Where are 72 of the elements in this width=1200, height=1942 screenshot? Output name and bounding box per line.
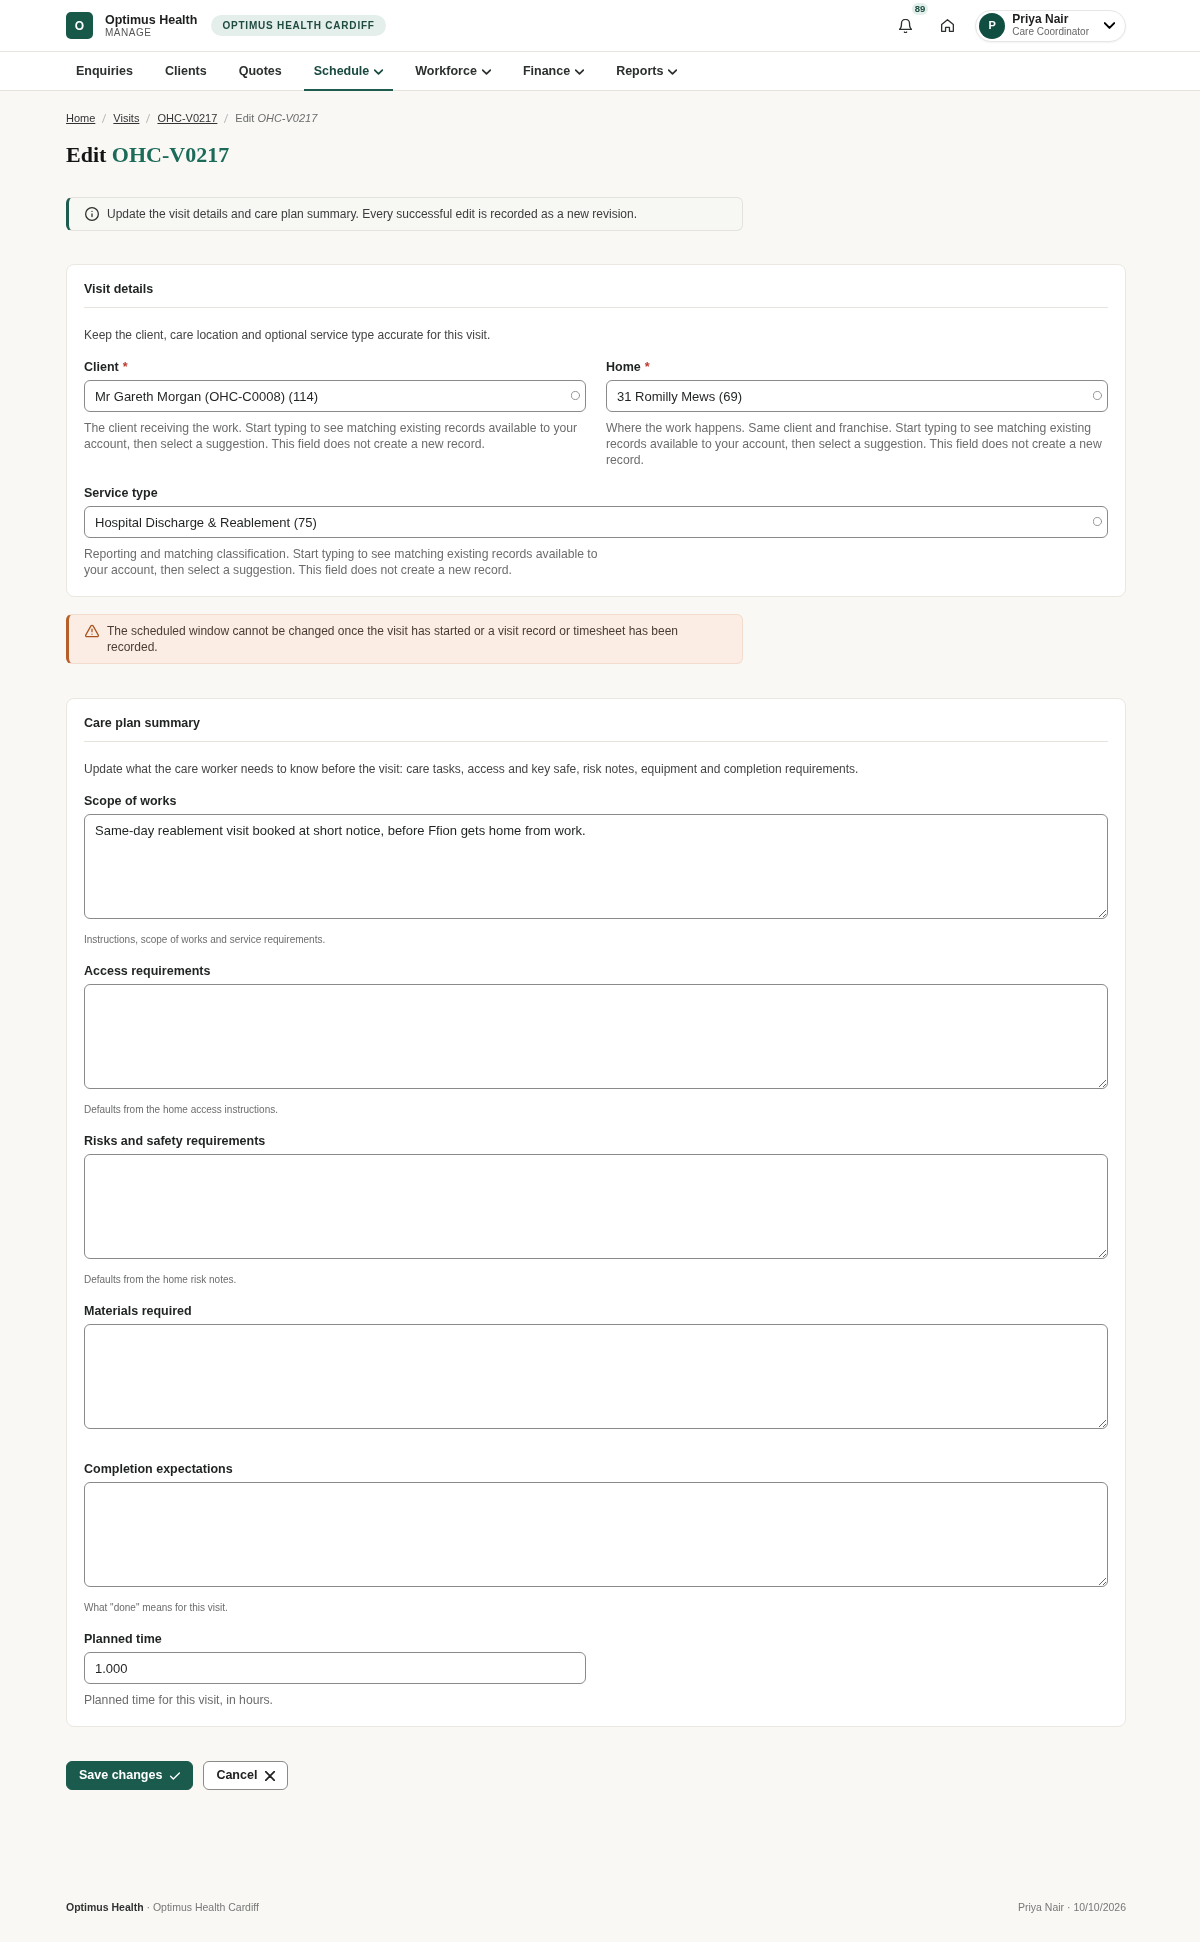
user-menu-button[interactable]: P Priya Nair Care Coordinator	[975, 9, 1126, 42]
check-icon	[170, 1771, 181, 1780]
breadcrumb-current: Edit OHC-V0217	[235, 111, 318, 125]
field-label: Planned time	[84, 1631, 162, 1647]
field-label: Completion expectations	[84, 1461, 233, 1477]
page-title: Edit OHC-V0217	[66, 141, 231, 169]
field-label: Client	[84, 359, 119, 375]
nav-tab[interactable]: Schedule	[303, 52, 394, 91]
field-label: Risks and safety requirements	[84, 1133, 266, 1149]
field-label: Materials required	[84, 1303, 192, 1319]
card-description: Keep the client, care location and optional service type accurate for this visit.	[84, 328, 492, 343]
brand-subtitle: MANAGE	[105, 26, 152, 39]
text-area[interactable]	[84, 984, 1108, 1089]
field-label: Home	[606, 359, 641, 375]
required-mark: *	[122, 359, 128, 375]
card-title: Care plan summary	[84, 716, 1108, 742]
card-title: Visit details	[84, 282, 1108, 308]
help-text: Reporting and matching classification. Start typing to see matching existing records available to your account, then select a suggestion. This field does not create a new record.	[84, 546, 599, 578]
organisation-badge: OPTIMUS HEALTH CARDIFF	[211, 15, 386, 36]
field-label: Service type	[84, 485, 158, 501]
ring-icon	[1093, 517, 1102, 526]
breadcrumb-link[interactable]: Home	[66, 111, 96, 125]
bell-icon	[898, 18, 912, 33]
ring-icon	[571, 391, 580, 400]
slash-icon	[224, 113, 229, 123]
slash-icon	[102, 113, 107, 123]
breadcrumb-link[interactable]: Visits	[113, 111, 140, 125]
text-area[interactable]	[84, 1324, 1108, 1429]
chevron-down-icon	[1104, 22, 1115, 29]
help-text: What "done" means for this visit.	[84, 1602, 229, 1614]
breadcrumb-link[interactable]: OHC-V0217	[157, 111, 218, 125]
help-text: Where the work happens. Same client and franchise. Start typing to see matching existing records available to your account, then select a suggestion. This field does not create a new record.	[606, 420, 1103, 468]
alert-text: The scheduled window cannot be changed once the visit has started or a visit record or timesheet has been recorded.	[107, 623, 679, 655]
alert-text: Update the visit details and care plan summary. Every successful edit is recorded as a new revision.	[107, 206, 638, 222]
slash-icon	[146, 113, 151, 123]
lookup-field[interactable]: Mr Gareth Morgan (OHC-C0008) (114)	[84, 380, 586, 412]
card-description: Update what the care worker needs to know before the visit: care tasks, access and key safe, risk notes, equipment and completion requirements.	[84, 762, 860, 777]
help-text: Instructions, scope of works and service requirements.	[84, 934, 327, 946]
close-icon	[265, 1770, 276, 1781]
ring-icon	[1093, 391, 1102, 400]
logo-tile: O	[66, 12, 93, 39]
help-text: Defaults from the home access instructions.	[84, 1104, 279, 1116]
help-text: The client receiving the work. Start typing to see matching existing records available to your account, then select a suggestion. This field does not create a new record.	[84, 420, 579, 452]
warning-icon	[85, 624, 99, 638]
number-field[interactable]: 1.000	[84, 1652, 586, 1684]
nav-tab[interactable]: Workforce	[405, 52, 501, 91]
footer-text: Optimus Health · Optimus Health Cardiff	[66, 1900, 259, 1914]
required-mark: *	[644, 359, 650, 375]
help-text: Defaults from the home risk notes.	[84, 1274, 238, 1286]
home-icon	[940, 19, 954, 32]
user-role: Care Coordinator	[1012, 26, 1089, 38]
text-area[interactable]	[84, 1154, 1108, 1259]
lookup-field[interactable]: 31 Romilly Mews (69)	[606, 380, 1108, 412]
text-area[interactable]: Same-day reablement visit booked at short notice, before Ffion gets home from work.	[84, 814, 1108, 919]
cancel-button[interactable]: Cancel	[203, 1761, 289, 1790]
nav-tab[interactable]: Quotes	[228, 52, 292, 91]
field-label: Access requirements	[84, 963, 211, 979]
help-text: Planned time for this visit, in hours.	[84, 1692, 274, 1708]
footer-meta: Priya Nair · 10/10/2026	[1018, 1900, 1126, 1914]
text-area[interactable]	[84, 1482, 1108, 1587]
avatar: P	[979, 12, 1006, 39]
lookup-field[interactable]: Hospital Discharge & Reablement (75)	[84, 506, 1108, 538]
nav-tab[interactable]: Finance	[512, 52, 595, 91]
save-button[interactable]: Save changes	[66, 1761, 194, 1790]
notification-count: 89	[911, 2, 929, 15]
brand-name: Optimus Health	[105, 12, 198, 27]
nav-tab[interactable]: Enquiries	[66, 52, 143, 91]
user-name: Priya Nair	[1012, 13, 1070, 26]
nav-tab[interactable]: Clients	[154, 52, 217, 91]
nav-tab[interactable]: Reports	[606, 52, 688, 91]
info-icon	[85, 207, 99, 221]
field-label: Scope of works	[84, 793, 177, 809]
